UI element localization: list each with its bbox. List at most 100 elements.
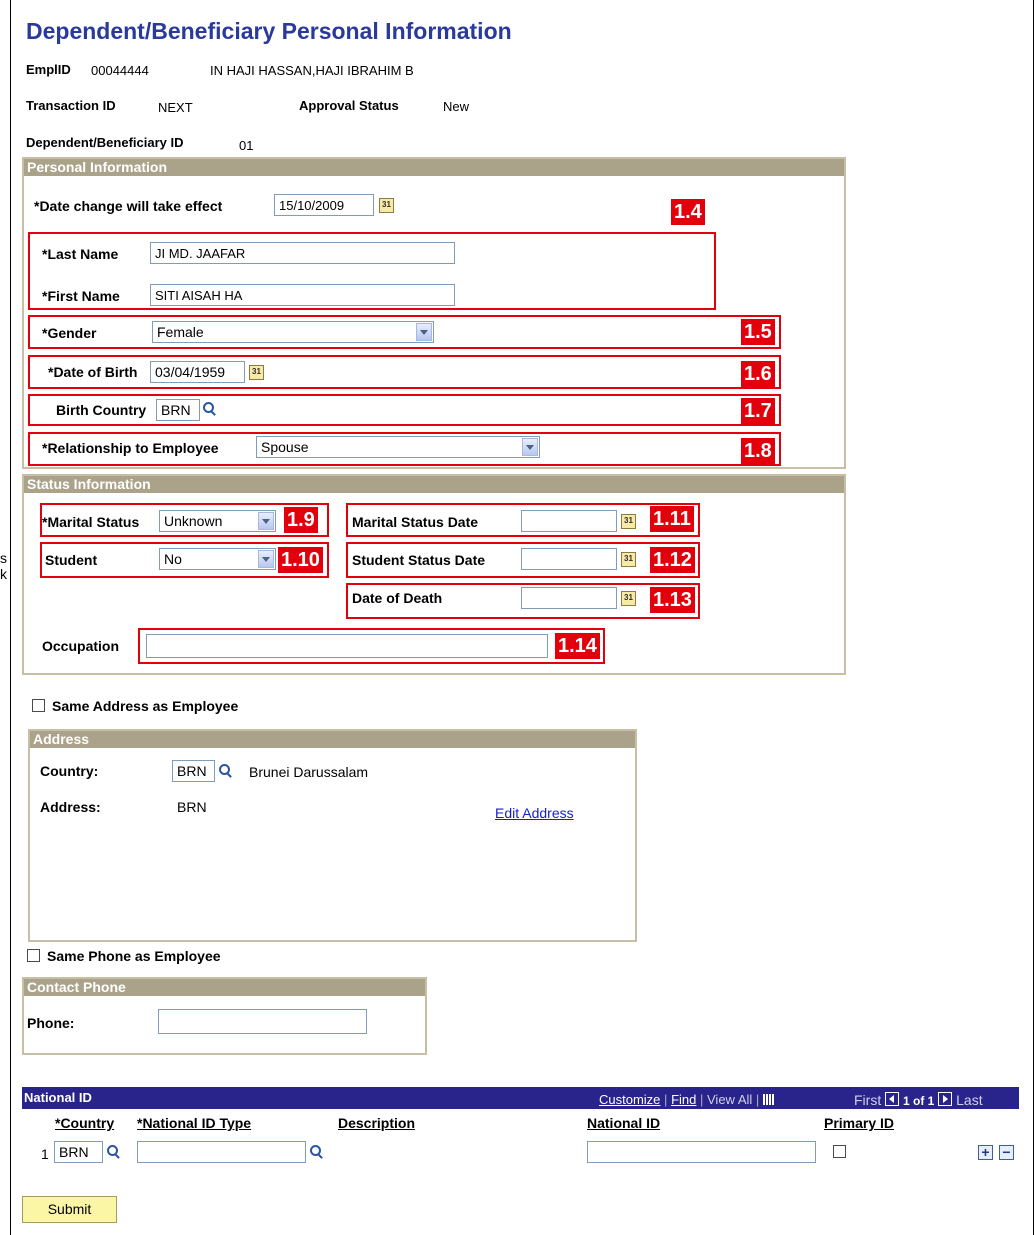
chevron-down-icon	[416, 323, 432, 341]
first-link[interactable]: First	[854, 1092, 881, 1108]
col-primary-id[interactable]: Primary ID	[824, 1115, 894, 1131]
same-phone-label: Same Phone as Employee	[47, 948, 221, 964]
view-all-link[interactable]: View All	[707, 1092, 752, 1107]
calendar-icon[interactable]: 31	[621, 591, 636, 606]
customize-link[interactable]: Customize	[599, 1092, 660, 1107]
col-national-id[interactable]: National ID	[587, 1115, 660, 1131]
add-row-icon[interactable]: +	[978, 1145, 993, 1160]
marital-status-label: *Marital Status	[42, 514, 140, 530]
page-title: Dependent/Beneficiary Personal Informati…	[26, 18, 512, 44]
transaction-id-value: NEXT	[158, 100, 193, 115]
student-value: No	[164, 551, 182, 567]
cropped-text-2: k	[0, 566, 7, 582]
student-status-date-input[interactable]	[521, 548, 617, 570]
chevron-down-icon	[258, 512, 274, 530]
gender-label: *Gender	[42, 325, 97, 341]
address-group: Address	[28, 729, 637, 942]
search-icon[interactable]	[219, 764, 232, 777]
same-address-checkbox[interactable]	[32, 699, 45, 712]
national-id-title: National ID	[24, 1090, 92, 1105]
date-of-birth-input[interactable]: 03/04/1959	[150, 361, 245, 383]
address-country-name: Brunei Darussalam	[249, 764, 369, 780]
occupation-input[interactable]	[146, 634, 548, 658]
row-number: 1	[41, 1146, 49, 1162]
annotation-1-13: 1.13	[650, 587, 695, 613]
birth-country-input[interactable]: BRN	[156, 399, 200, 421]
annotation-box-1-6	[28, 355, 781, 389]
national-id-type-input[interactable]	[137, 1141, 306, 1163]
student-select[interactable]: No	[159, 548, 276, 570]
annotation-1-14: 1.14	[555, 633, 600, 659]
student-status-date-label: Student Status Date	[352, 552, 486, 568]
annotation-1-7: 1.7	[741, 398, 775, 424]
col-national-id-type[interactable]: *National ID Type	[137, 1115, 251, 1131]
annotation-1-12: 1.12	[650, 547, 695, 573]
pagination: First 1 of 1 Last	[854, 1092, 983, 1108]
cropped-text-1: s	[0, 550, 7, 566]
row-count: 1 of 1	[903, 1094, 935, 1108]
spreadsheet-icon[interactable]	[762, 1094, 775, 1105]
national-id-input[interactable]	[587, 1141, 816, 1163]
address-header: Address	[30, 731, 635, 748]
search-icon[interactable]	[203, 402, 216, 415]
last-name-input[interactable]: JI MD. JAAFAR	[150, 242, 455, 264]
employee-name: IN HAJI HASSAN,HAJI IBRAHIM B	[210, 63, 414, 78]
find-link[interactable]: Find	[671, 1092, 696, 1107]
chevron-down-icon	[258, 550, 274, 568]
date-change-label: *Date change will take effect	[34, 198, 223, 214]
first-name-input[interactable]: SITI AISAH HA	[150, 284, 455, 306]
national-id-country-input[interactable]: BRN	[54, 1141, 103, 1163]
phone-input[interactable]	[158, 1009, 367, 1034]
gender-select[interactable]: Female	[152, 321, 434, 343]
submit-button[interactable]: Submit	[22, 1196, 117, 1223]
annotation-1-5: 1.5	[741, 319, 775, 345]
marital-status-select[interactable]: Unknown	[159, 510, 276, 532]
date-change-input[interactable]: 15/10/2009	[274, 194, 374, 216]
contact-phone-header: Contact Phone	[24, 979, 425, 996]
marital-status-date-input[interactable]	[521, 510, 617, 532]
transaction-id-label: Transaction ID	[26, 98, 116, 113]
occupation-label: Occupation	[42, 638, 120, 654]
marital-status-date-label: Marital Status Date	[352, 514, 479, 530]
student-label: Student	[45, 552, 98, 568]
address-country-input[interactable]: BRN	[172, 760, 215, 782]
relationship-label: *Relationship to Employee	[42, 440, 219, 456]
col-description[interactable]: Description	[338, 1115, 415, 1131]
search-icon[interactable]	[107, 1145, 120, 1158]
grid-nav: Customize | Find | View All |	[599, 1092, 775, 1107]
personal-information-header: Personal Information	[24, 159, 844, 176]
last-name-label: *Last Name	[42, 246, 119, 262]
same-phone-checkbox[interactable]	[27, 949, 40, 962]
next-arrow-icon[interactable]	[938, 1092, 953, 1106]
date-of-birth-label: *Date of Birth	[48, 364, 138, 380]
calendar-icon[interactable]: 31	[249, 365, 264, 380]
phone-label: Phone:	[27, 1015, 75, 1031]
birth-country-label: Birth Country	[56, 402, 147, 418]
annotation-1-6: 1.6	[741, 361, 775, 387]
previous-arrow-icon[interactable]	[885, 1092, 900, 1106]
calendar-icon[interactable]: 31	[621, 552, 636, 567]
col-country[interactable]: *Country	[55, 1115, 114, 1131]
approval-status-label: Approval Status	[299, 98, 399, 113]
delete-row-icon[interactable]: −	[999, 1145, 1014, 1160]
date-of-death-input[interactable]	[521, 587, 617, 609]
annotation-1-11: 1.11	[650, 506, 694, 532]
first-name-label: *First Name	[42, 288, 120, 304]
annotation-1-8: 1.8	[741, 438, 775, 464]
chevron-down-icon	[522, 438, 538, 456]
calendar-icon[interactable]: 31	[379, 198, 394, 213]
annotation-1-9: 1.9	[284, 507, 318, 533]
date-of-death-label: Date of Death	[352, 590, 443, 606]
search-icon[interactable]	[310, 1145, 323, 1158]
address-label: Address:	[40, 799, 101, 815]
edit-address-link[interactable]: Edit Address	[495, 805, 574, 821]
dependent-id-value: 01	[239, 138, 254, 153]
primary-id-checkbox[interactable]	[833, 1145, 846, 1158]
calendar-icon[interactable]: 31	[621, 514, 636, 529]
emplid-label: EmplID	[26, 62, 71, 77]
last-link[interactable]: Last	[956, 1092, 982, 1108]
relationship-select[interactable]: Spouse	[256, 436, 540, 458]
marital-status-value: Unknown	[164, 513, 223, 529]
annotation-1-4: 1.4	[671, 199, 705, 225]
national-id-header: National ID Customize | Find | View All …	[22, 1087, 1019, 1109]
